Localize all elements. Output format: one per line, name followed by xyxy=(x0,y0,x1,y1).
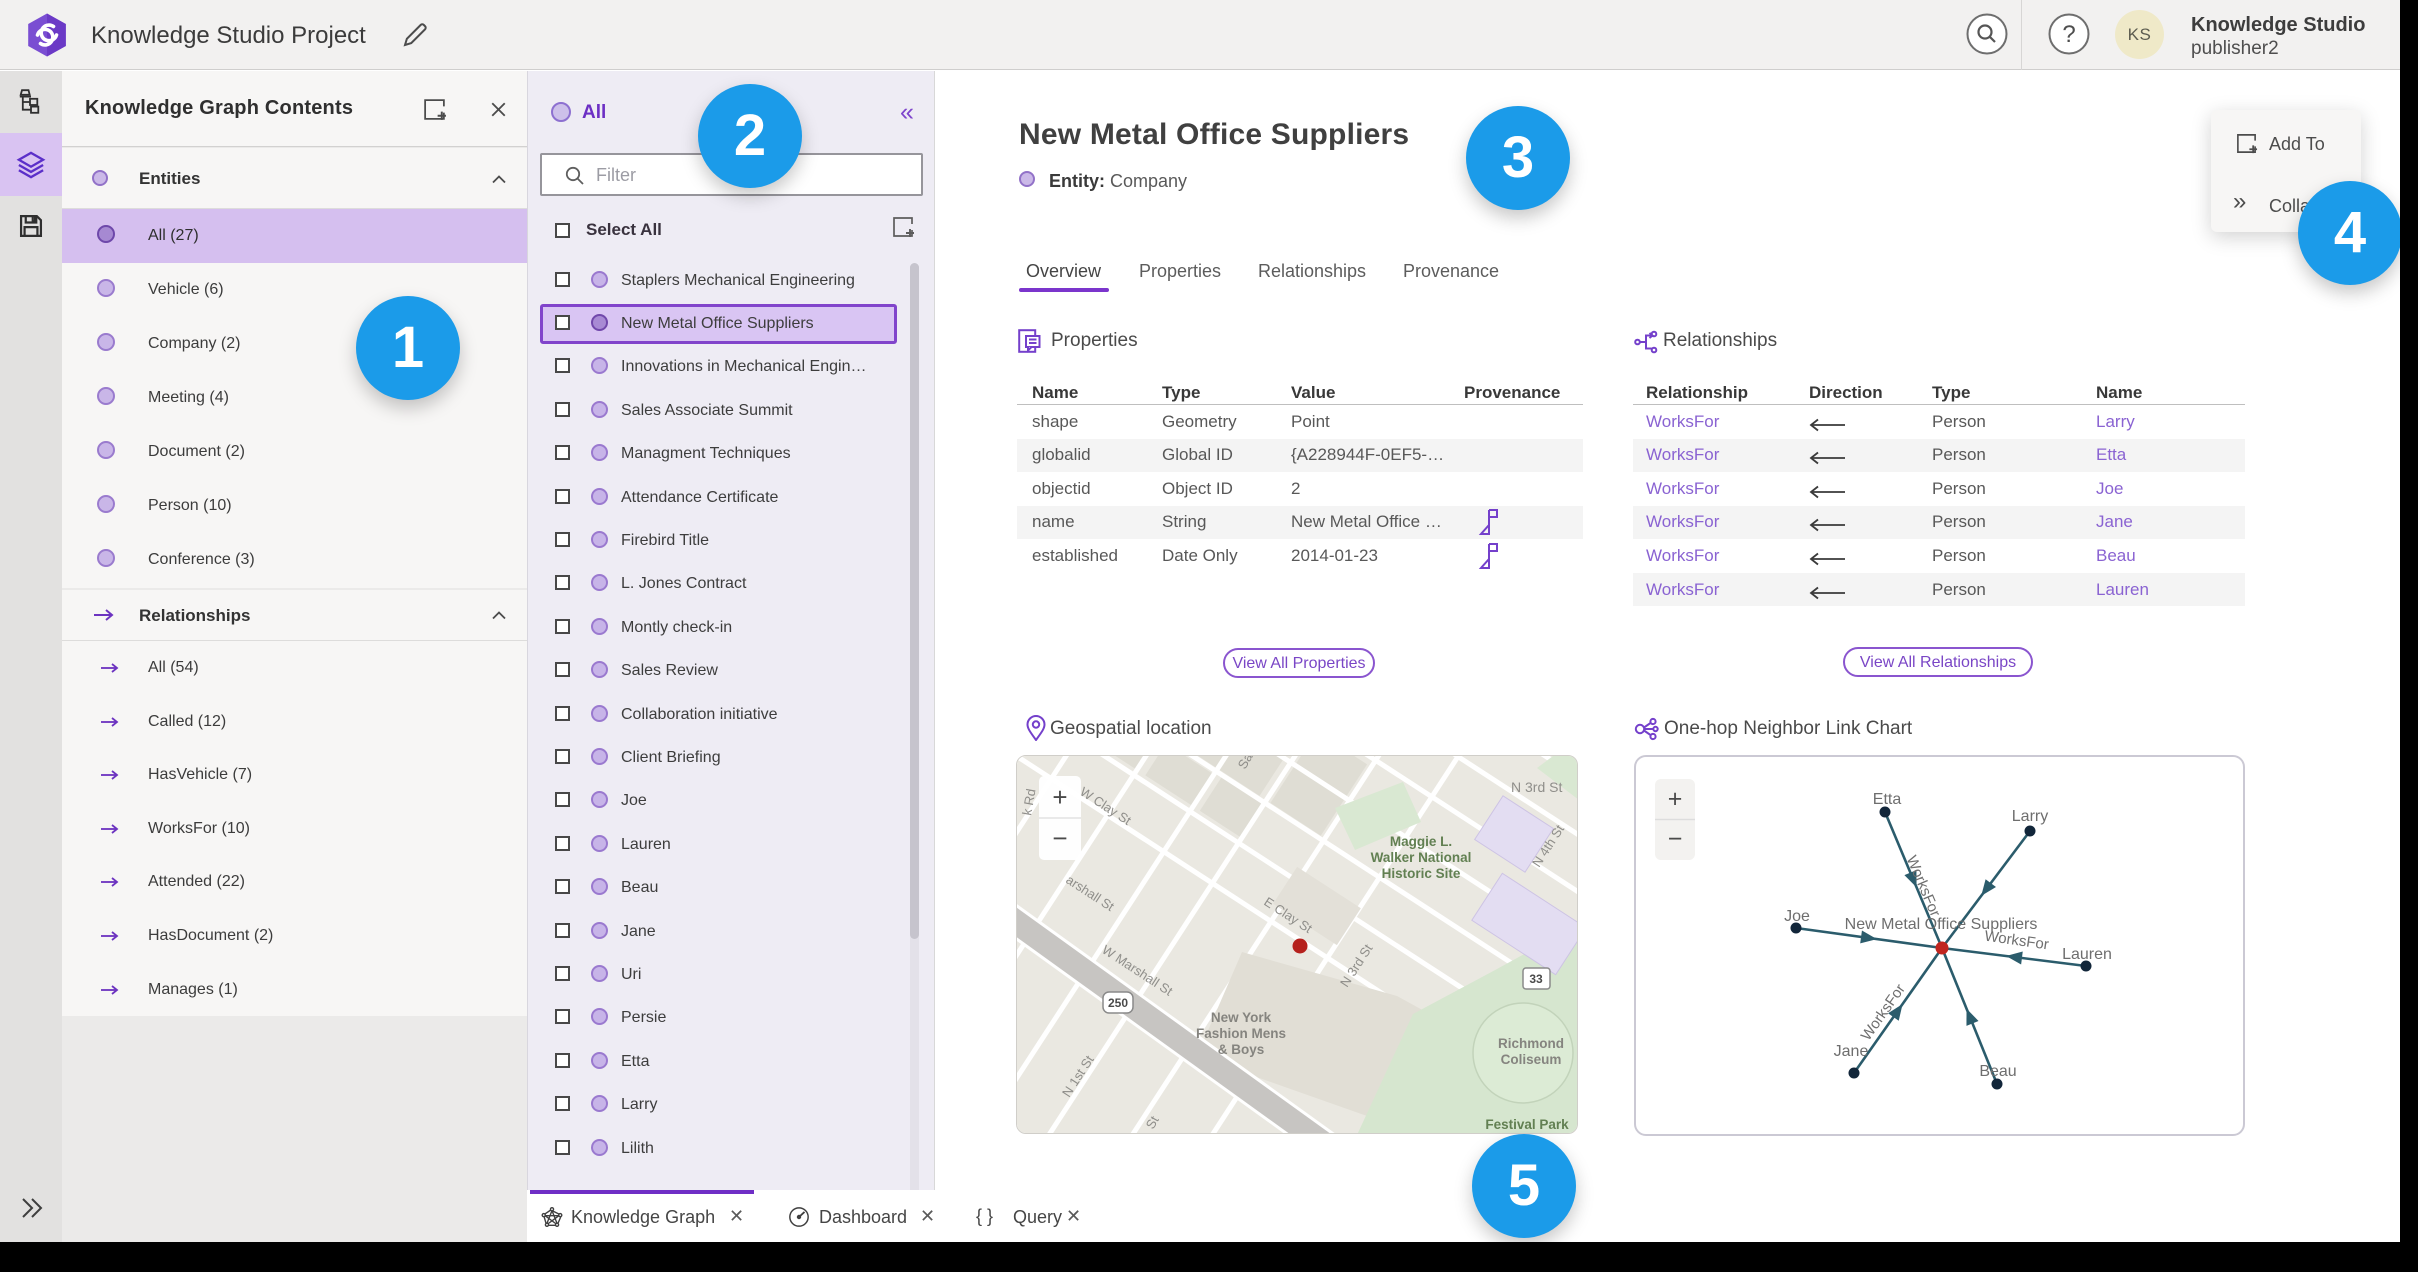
svg-text:Walker National: Walker National xyxy=(1371,850,1472,865)
svg-text:Beau: Beau xyxy=(1979,1063,2016,1080)
svg-text:N 3rd St: N 3rd St xyxy=(1511,779,1562,795)
svg-text:Lauren: Lauren xyxy=(2062,946,2112,963)
svg-text:?: ? xyxy=(2062,21,2075,48)
svg-text:& Boys: & Boys xyxy=(1218,1042,1265,1057)
svg-text:WorksFor: WorksFor xyxy=(1858,981,1909,1044)
svg-text:Maggie L.: Maggie L. xyxy=(1390,834,1452,849)
svg-text:33: 33 xyxy=(1529,972,1543,986)
svg-text:+: + xyxy=(1668,785,1683,813)
svg-text:Fashion Mens: Fashion Mens xyxy=(1196,1026,1286,1041)
svg-text:Richmond: Richmond xyxy=(1498,1036,1564,1051)
svg-text:Joe: Joe xyxy=(1784,908,1810,925)
svg-text:WorksFor: WorksFor xyxy=(1903,853,1944,919)
svg-text:−: − xyxy=(1052,823,1067,853)
svg-text:New York: New York xyxy=(1211,1010,1272,1025)
svg-text:Larry: Larry xyxy=(2012,808,2048,825)
svg-text:+: + xyxy=(1052,782,1067,812)
svg-text:New Metal Office Suppliers: New Metal Office Suppliers xyxy=(1845,916,2038,933)
svg-text:Festival Park: Festival Park xyxy=(1485,1117,1569,1132)
svg-text:250: 250 xyxy=(1108,996,1128,1010)
svg-text:−: − xyxy=(1668,825,1683,853)
svg-text:Coliseum: Coliseum xyxy=(1501,1052,1562,1067)
svg-text:Jane: Jane xyxy=(1834,1043,1869,1060)
svg-text:Etta: Etta xyxy=(1873,791,1902,808)
svg-text:Historic Site: Historic Site xyxy=(1382,866,1461,881)
